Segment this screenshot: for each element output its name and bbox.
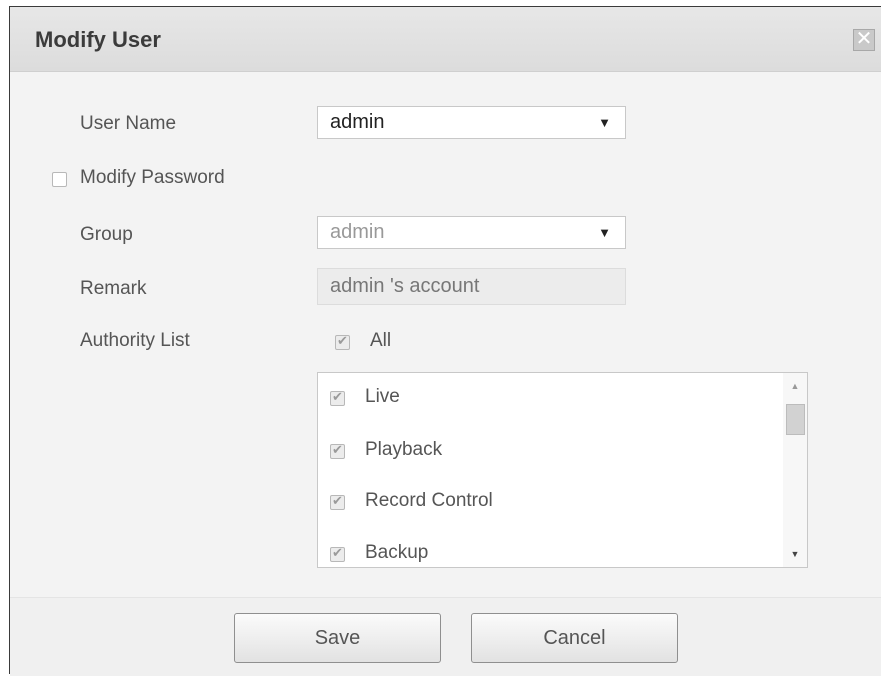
authority-item-label: Backup xyxy=(365,542,429,563)
dropdown-arrow-icon: ▼ xyxy=(598,225,611,240)
modify-password-label: Modify Password xyxy=(80,167,225,188)
authority-list-label: Authority List xyxy=(80,330,190,351)
save-button[interactable]: Save xyxy=(234,613,441,663)
modify-user-dialog: Modify User ✕ User Name admin ▼ Modify P… xyxy=(9,6,881,676)
cancel-button[interactable]: Cancel xyxy=(471,613,678,663)
all-label: All xyxy=(370,330,392,351)
group-label: Group xyxy=(80,224,133,245)
user-name-value: admin xyxy=(330,111,385,133)
close-icon[interactable]: ✕ xyxy=(853,29,875,51)
scroll-up-icon[interactable]: ▲ xyxy=(783,377,807,395)
user-name-label: User Name xyxy=(80,113,177,134)
authority-checkbox[interactable] xyxy=(330,545,345,562)
remark-label: Remark xyxy=(80,278,147,299)
group-value: admin xyxy=(330,221,385,243)
listbox-scrollbar[interactable]: ▲ ▼ xyxy=(783,373,807,567)
dialog-footer: Save Cancel xyxy=(10,597,881,676)
authority-item-label: Record Control xyxy=(365,490,493,511)
authority-item-label: Playback xyxy=(365,439,443,460)
authority-checkbox[interactable] xyxy=(330,493,345,510)
scroll-down-icon[interactable]: ▼ xyxy=(783,545,807,563)
authority-checkbox[interactable] xyxy=(330,389,345,406)
scroll-thumb[interactable] xyxy=(786,404,805,435)
remark-field[interactable]: admin 's account xyxy=(317,268,626,305)
user-name-select[interactable]: admin ▼ xyxy=(317,106,626,139)
authority-item-label: Live xyxy=(365,386,400,407)
dialog-titlebar: Modify User ✕ xyxy=(10,7,881,72)
all-checkbox[interactable] xyxy=(335,333,350,350)
dialog-title: Modify User xyxy=(35,27,161,52)
dropdown-arrow-icon: ▼ xyxy=(598,115,611,130)
group-select[interactable]: admin ▼ xyxy=(317,216,626,249)
dialog-body: User Name admin ▼ Modify Password Group … xyxy=(10,72,881,587)
modify-password-checkbox[interactable] xyxy=(52,172,67,187)
authority-listbox[interactable]: Live Playback Record Control Backup ▲ ▼ xyxy=(317,372,808,568)
authority-checkbox[interactable] xyxy=(330,442,345,459)
